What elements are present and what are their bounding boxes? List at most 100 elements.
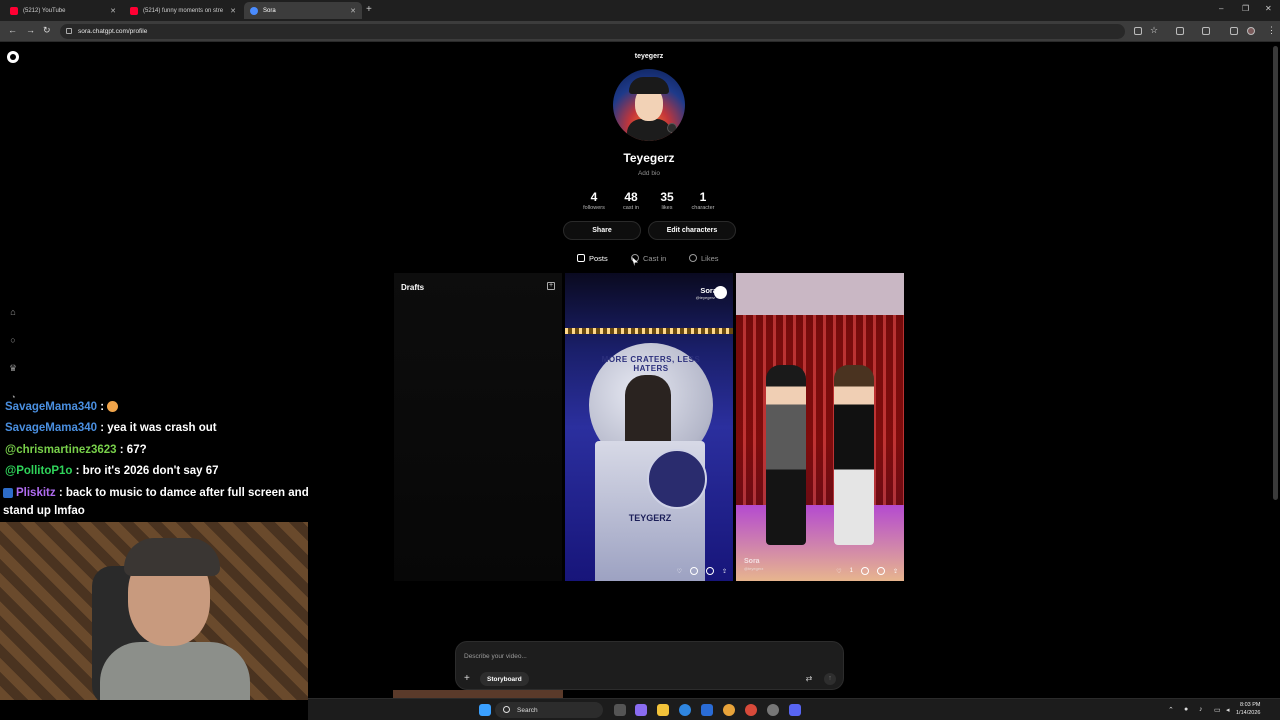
add-media-icon[interactable]: + <box>464 673 470 684</box>
next-row-thumbnail <box>393 690 563 698</box>
drafts-label: Drafts <box>401 283 425 292</box>
stat-cast-in[interactable]: 48 cast in <box>613 190 649 211</box>
remix-icon[interactable] <box>876 567 885 575</box>
system-clock[interactable]: 8:03 PM 1/14/2026 <box>1236 701 1260 717</box>
site-info-icon[interactable] <box>66 28 72 34</box>
youtube-icon <box>130 6 138 15</box>
install-app-icon[interactable] <box>1134 27 1142 35</box>
comment-icon[interactable] <box>860 567 869 575</box>
stat-label: followers <box>583 205 605 211</box>
start-button-icon[interactable] <box>479 704 491 716</box>
split-view-icon[interactable] <box>1202 27 1210 35</box>
copilot-icon[interactable] <box>635 704 647 716</box>
forward-icon[interactable]: → <box>26 25 35 35</box>
browser-tab-sora[interactable]: Sora ✕ <box>244 2 362 19</box>
share-icon[interactable]: ⇪ <box>722 568 727 575</box>
menu-kebab-icon[interactable]: ⋮ <box>1267 25 1276 36</box>
streamer-cap <box>124 538 220 576</box>
new-tab-button[interactable]: + <box>366 4 372 15</box>
tab-posts[interactable]: Posts <box>577 252 608 264</box>
chrome-icon[interactable] <box>723 704 735 716</box>
tray-overflow-icon[interactable]: ⌃ <box>1168 706 1174 714</box>
edit-characters-button[interactable]: Edit characters <box>648 221 736 240</box>
podium-name: TEYGERZ <box>628 513 672 523</box>
volume-icon[interactable]: ◂ <box>1226 706 1230 714</box>
podium: TEYGERZ <box>595 441 707 581</box>
video-thumbnail-duo[interactable]: Sora @teyegerz ♡ 1 ⇪ <box>736 273 904 581</box>
storyboard-button[interactable]: Storyboard <box>480 672 529 686</box>
add-bio-link[interactable]: Add bio <box>600 170 698 177</box>
stat-character[interactable]: 1 character <box>685 190 721 211</box>
stat-label: likes <box>661 205 673 211</box>
microphone-icon[interactable]: ♪ <box>1199 706 1203 713</box>
network-icon[interactable]: ▭ <box>1214 706 1221 714</box>
watermark-handle: @teyegerz <box>744 566 764 571</box>
prompt-composer: Describe your video... + Storyboard ⇄ ↑ <box>455 641 844 690</box>
red-wall-panels <box>736 315 904 505</box>
taskbar-search-label: Search <box>517 706 538 714</box>
bookmark-star-icon[interactable]: ☆ <box>1150 25 1158 36</box>
tab-label: Likes <box>701 253 719 263</box>
settings-sliders-icon[interactable]: ⇄ <box>804 674 814 684</box>
chrome-active-icon[interactable] <box>745 704 757 716</box>
close-window-icon[interactable]: ✕ <box>1265 4 1272 13</box>
app-icon[interactable] <box>767 704 779 716</box>
profile-avatar-icon[interactable] <box>1247 27 1255 35</box>
page-scrollbar[interactable] <box>1273 46 1278 500</box>
browser-tab-youtube[interactable]: (5212) YouTube ✕ <box>4 2 122 19</box>
edit-avatar-icon[interactable] <box>667 123 677 133</box>
comment-icon[interactable] <box>689 567 698 575</box>
avatar-body <box>627 119 671 141</box>
browser-tab-bar: (5212) YouTube ✕ (5214) funny moments on… <box>0 0 1280 21</box>
discord-icon[interactable] <box>789 704 801 716</box>
windows-taskbar: Search ⌃ ● ♪ ▭ ◂ 8:03 PM 1/14/2026 <box>308 698 1280 720</box>
posts-icon <box>577 254 585 262</box>
url-text: sora.chatgpt.com/profile <box>78 28 148 35</box>
maximize-icon[interactable]: ❐ <box>1242 4 1249 13</box>
taskbar-search[interactable]: Search <box>495 702 603 718</box>
minimize-icon[interactable]: – <box>1219 4 1223 13</box>
close-tab-icon[interactable]: ✕ <box>110 7 116 15</box>
stat-likes[interactable]: 35 likes <box>649 190 685 211</box>
tab-likes[interactable]: Likes <box>689 252 719 264</box>
chat-user: Pliskitz <box>16 487 56 499</box>
heart-icon <box>689 254 697 262</box>
sora-logo-icon[interactable] <box>7 51 19 63</box>
like-count: 1 <box>849 568 853 574</box>
url-field[interactable]: sora.chatgpt.com/profile <box>60 24 1125 39</box>
trophy-icon[interactable]: ♛ <box>8 363 18 373</box>
stage-lights <box>565 328 733 334</box>
stat-followers[interactable]: 4 followers <box>576 190 612 211</box>
sora-watermark: Sora <box>744 558 760 565</box>
task-view-icon[interactable] <box>614 704 626 716</box>
share-button[interactable]: Share <box>563 221 641 240</box>
edge-icon[interactable] <box>679 704 691 716</box>
like-icon[interactable]: ♡ <box>836 568 841 575</box>
browser-tab-funny-moments[interactable]: (5214) funny moments on stre ✕ <box>124 2 242 19</box>
drafts-tile[interactable]: Drafts + <box>394 273 562 581</box>
chat-text: : bro it's 2026 don't say 67 <box>72 465 219 477</box>
close-tab-icon[interactable]: ✕ <box>230 7 236 15</box>
store-icon[interactable] <box>701 704 713 716</box>
tab-label: Cast in <box>643 253 667 263</box>
share-icon[interactable]: ⇪ <box>893 568 898 575</box>
prompt-input[interactable]: Describe your video... <box>464 653 527 660</box>
new-draft-icon[interactable]: + <box>547 282 555 290</box>
downloads-icon[interactable] <box>1230 27 1238 35</box>
send-arrow-icon[interactable]: ↑ <box>824 673 836 685</box>
streamer-shirt <box>100 642 250 700</box>
file-explorer-icon[interactable] <box>657 704 669 716</box>
chat-user: @PollitoP1o <box>5 465 73 477</box>
back-icon[interactable]: ← <box>8 25 17 35</box>
extensions-icon[interactable] <box>1176 27 1184 35</box>
like-icon[interactable]: ♡ <box>677 568 682 575</box>
remix-icon[interactable] <box>705 567 714 575</box>
search-icon[interactable]: ○ <box>8 335 18 345</box>
profile-avatar[interactable] <box>613 69 685 141</box>
tray-app-icon[interactable]: ● <box>1184 706 1188 713</box>
video-thumbnail-podium[interactable]: MORE CRATERS, LESS HATERS TEYGERZ Sora @… <box>565 273 733 581</box>
video-actions: ♡ ⇪ <box>677 567 727 575</box>
home-icon[interactable]: ⌂ <box>8 307 18 317</box>
close-tab-icon[interactable]: ✕ <box>350 7 356 15</box>
reload-icon[interactable]: ↻ <box>43 25 51 36</box>
